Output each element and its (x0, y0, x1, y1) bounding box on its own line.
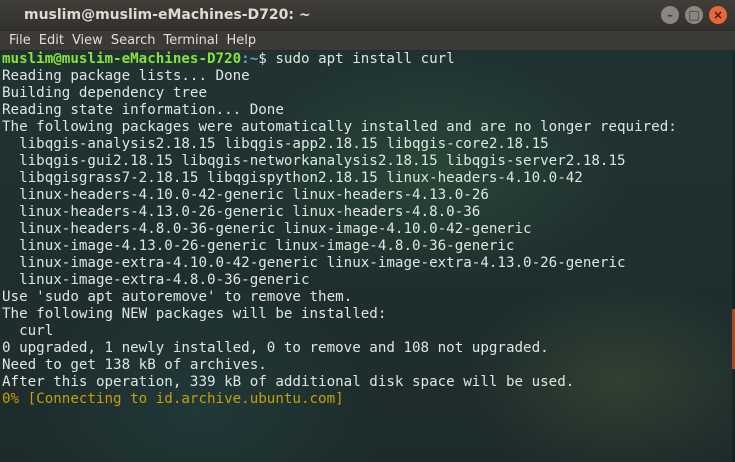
terminal-window: muslim@muslim-eMachines-D720: ~ – □ × Fi… (0, 0, 735, 462)
output-line: Reading state information... Done (2, 102, 284, 118)
output-line: The following NEW packages will be insta… (2, 306, 387, 322)
window-title: muslim@muslim-eMachines-D720: ~ (24, 7, 311, 23)
terminal-output[interactable]: muslim@muslim-eMachines-D720:~$ sudo apt… (0, 51, 735, 462)
output-line: Need to get 138 kB of archives. (2, 357, 267, 373)
menu-bar: File Edit View Search Terminal Help (0, 31, 735, 51)
output-line: 0 upgraded, 1 newly installed, 0 to remo… (2, 340, 549, 356)
menu-edit[interactable]: Edit (36, 33, 67, 48)
maximize-button[interactable]: □ (685, 6, 703, 24)
prompt-symbol: $ (258, 51, 276, 67)
output-line: The following packages were automaticall… (2, 119, 677, 135)
menu-search[interactable]: Search (108, 33, 159, 48)
output-line: linux-headers-4.8.0-36-generic linux-ima… (2, 221, 532, 237)
progress-line: 0% [Connecting to id.archive.ubuntu.com] (2, 391, 344, 407)
prompt-path: :~ (241, 51, 259, 67)
output-line: linux-image-extra-4.8.0-36-generic (2, 272, 310, 288)
menu-file[interactable]: File (6, 33, 34, 48)
menu-terminal[interactable]: Terminal (160, 33, 221, 48)
output-line: libqgis-gui2.18.15 libqgis-networkanalys… (2, 153, 626, 169)
output-line: linux-headers-4.13.0-26-generic linux-he… (2, 204, 481, 220)
title-bar[interactable]: muslim@muslim-eMachines-D720: ~ – □ × (0, 0, 735, 31)
minimize-button[interactable]: – (661, 6, 679, 24)
close-button[interactable]: × (709, 6, 727, 24)
command-line: muslim@muslim-eMachines-D720:~$ sudo apt… (2, 51, 735, 68)
output-line: After this operation, 339 kB of addition… (2, 374, 575, 390)
output-line: libqgis-analysis2.18.15 libqgis-app2.18.… (2, 136, 549, 152)
command-text: sudo apt install curl (275, 51, 455, 67)
output-line: linux-headers-4.10.0-42-generic linux-he… (2, 187, 489, 203)
output-line: Use 'sudo apt autoremove' to remove them… (2, 289, 353, 305)
prompt-user: muslim@muslim-eMachines-D720 (2, 51, 242, 67)
output-line: Building dependency tree (2, 85, 207, 101)
output-line: libqgisgrass7-2.18.15 libqgispython2.18.… (2, 170, 583, 186)
output-line: linux-image-4.13.0-26-generic linux-imag… (2, 238, 515, 254)
output-line: curl (2, 323, 54, 339)
window-controls: – □ × (661, 6, 727, 24)
output-line: Reading package lists... Done (2, 68, 250, 84)
output-line: linux-image-extra-4.10.0-42-generic linu… (2, 255, 626, 271)
menu-help[interactable]: Help (223, 33, 259, 48)
menu-view[interactable]: View (69, 33, 106, 48)
